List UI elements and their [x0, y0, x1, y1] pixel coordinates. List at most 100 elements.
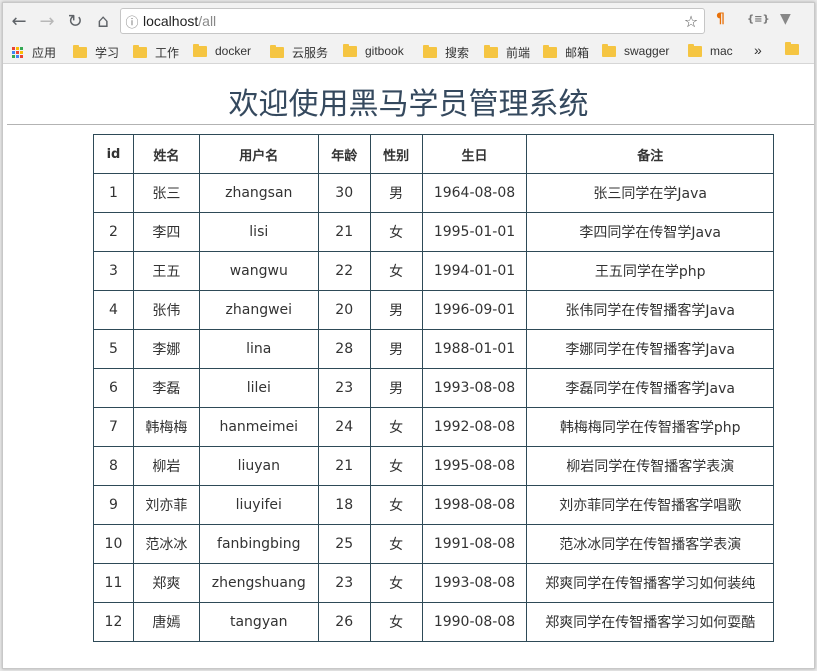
bookmark-item[interactable]: 邮箱 [543, 44, 589, 61]
bookmark-item[interactable]: gitbook [343, 43, 404, 58]
bookmark-item[interactable]: swagger [602, 43, 670, 58]
vue-extension-icon[interactable]: ▼ [780, 11, 791, 27]
bookmarks-bar: 应用 学习 工作 docker 云服务 gitbook 搜索 前端 邮箱 swagger mac » [3, 39, 814, 64]
table-cell: 1995-01-01 [421, 212, 528, 252]
table-cell: 王五同学在学php [526, 251, 774, 291]
reload-icon[interactable]: ↻ [63, 9, 87, 33]
address-bar[interactable]: ⓘ localhost/all ☆ [120, 8, 705, 34]
bookmark-label: gitbook [365, 44, 404, 58]
table-cell: 男 [369, 173, 423, 213]
table-cell: zhangwei [198, 290, 319, 330]
table-cell: 男 [369, 368, 423, 408]
table-row: 12 唐嫣 tangyan 26 女 1990-08-08 郑爽同学在传智播客学习如何耍酷 [93, 602, 774, 642]
table-cell: 张三 [132, 173, 200, 213]
table-row: 7 韩梅梅 hanmeimei 24 女 1992-08-08 韩梅梅同学在传智播客学php [93, 407, 774, 447]
table-cell: lina [198, 329, 319, 369]
table-cell: 1964-08-08 [421, 173, 528, 213]
bookmark-label: 搜索 [445, 46, 470, 60]
bookmark-item[interactable]: 工作 [133, 44, 179, 61]
bookmark-label: 应用 [32, 46, 57, 60]
column-header: 备注 [526, 134, 774, 174]
table-cell: 女 [369, 485, 423, 525]
students-table: id 姓名 用户名 年龄 性别 生日 备注 1 张三 zhangsan 30 男 1964-08-08… [93, 134, 774, 642]
bookmark-label: mac [710, 44, 733, 58]
table-cell: 23 [317, 563, 371, 603]
table-cell: 12 [93, 602, 134, 642]
bookmark-item[interactable]: 云服务 [270, 44, 328, 61]
table-row: 2 李四 lisi 21 女 1995-01-01 李四同学在传智学Java [93, 212, 774, 252]
table-row: 4 张伟 zhangwei 20 男 1996-09-01 张伟同学在传智播客学Java [93, 290, 774, 330]
browser-toolbar: ← → ↻ ⌂ ⓘ localhost/all ☆ ¶ {≡} ▼ [3, 3, 814, 39]
table-cell: 1996-09-01 [421, 290, 528, 330]
table-cell: 6 [93, 368, 134, 408]
bookmark-star-icon[interactable]: ☆ [678, 12, 704, 31]
table-cell: 1991-08-08 [421, 524, 528, 564]
table-cell: 女 [369, 563, 423, 603]
table-cell: 8 [93, 446, 134, 486]
bookmark-item[interactable]: 学习 [73, 44, 119, 61]
table-cell: fanbingbing [198, 524, 319, 564]
table-cell: 柳岩同学在传智播客学表演 [526, 446, 774, 486]
table-cell: zhengshuang [198, 563, 319, 603]
bookmark-label: 工作 [155, 46, 180, 60]
table-cell: 刘亦菲同学在传智播客学唱歌 [526, 485, 774, 525]
column-header: 年龄 [317, 134, 371, 174]
table-row: 6 李磊 lilei 23 男 1993-08-08 李磊同学在传智播客学Java [93, 368, 774, 408]
table-cell: 5 [93, 329, 134, 369]
table-cell: 18 [317, 485, 371, 525]
table-header-row: id 姓名 用户名 年龄 性别 生日 备注 [93, 134, 774, 174]
url-text[interactable]: localhost/all [143, 13, 678, 29]
table-cell: 李磊 [132, 368, 200, 408]
table-cell: 20 [317, 290, 371, 330]
forward-icon[interactable]: → [35, 9, 59, 33]
table-cell: 刘亦菲 [132, 485, 200, 525]
column-header: id [93, 134, 134, 174]
back-icon[interactable]: ← [7, 9, 31, 33]
folder-icon [602, 43, 616, 57]
folder-icon [133, 45, 147, 58]
bookmark-label: swagger [624, 44, 670, 58]
table-cell: 李四同学在传智学Java [526, 212, 774, 252]
bookmark-item[interactable]: 前端 [484, 44, 530, 61]
table-row: 10 范冰冰 fanbingbing 25 女 1991-08-08 范冰冰同学在传智播客学… [93, 524, 774, 564]
table-row: 1 张三 zhangsan 30 男 1964-08-08 张三同学在学Java [93, 173, 774, 213]
table-cell: 女 [369, 446, 423, 486]
apps-icon [12, 46, 24, 59]
bookmark-item[interactable]: 应用 [12, 44, 56, 61]
folder-icon [270, 45, 284, 58]
table-cell: 范冰冰 [132, 524, 200, 564]
table-cell: 唐嫣 [132, 602, 200, 642]
bookmark-label: 邮箱 [565, 46, 590, 60]
table-cell: 21 [317, 212, 371, 252]
table-cell: 22 [317, 251, 371, 291]
bookmarks-overflow-button[interactable]: » [754, 42, 762, 58]
bookmark-item[interactable]: mac [688, 43, 733, 58]
table-row: 5 李娜 lina 28 男 1988-01-01 李娜同学在传智播客学Java [93, 329, 774, 369]
table-cell: 女 [369, 602, 423, 642]
table-cell: 1990-08-08 [421, 602, 528, 642]
url-path: /all [198, 13, 217, 29]
table-cell: 28 [317, 329, 371, 369]
table-cell: 7 [93, 407, 134, 447]
bookmark-item[interactable] [785, 42, 807, 55]
page-title: 欢迎使用黑马学员管理系统 [228, 87, 589, 122]
table-body: 1 张三 zhangsan 30 男 1964-08-08 张三同学在学Java 2 李四 lis… [93, 173, 774, 642]
table-cell: 李磊同学在传智播客学Java [526, 368, 774, 408]
json-extension-icon[interactable]: {≡} [747, 14, 770, 25]
folder-icon [688, 43, 702, 57]
bookmark-item[interactable]: 搜索 [423, 44, 469, 61]
table-cell: 11 [93, 563, 134, 603]
column-header: 性别 [369, 134, 423, 174]
table-row: 11 郑爽 zhengshuang 23 女 1993-08-08 郑爽同学在传智播客学习如… [93, 563, 774, 603]
page-info-icon[interactable]: ⓘ [121, 12, 143, 31]
table-cell: 10 [93, 524, 134, 564]
browser-window: ← → ↻ ⌂ ⓘ localhost/all ☆ ¶ {≡} ▼ 应用 学习 工作… [2, 2, 815, 669]
table-cell: 张三同学在学Java [526, 173, 774, 213]
table-cell: 女 [369, 524, 423, 564]
formatting-extension-icon[interactable]: ¶ [716, 11, 725, 27]
table-cell: liuyifei [198, 485, 319, 525]
table-cell: 女 [369, 407, 423, 447]
table-cell: 范冰冰同学在传智播客学表演 [526, 524, 774, 564]
bookmark-item[interactable]: docker [193, 43, 251, 58]
home-icon[interactable]: ⌂ [91, 9, 115, 33]
